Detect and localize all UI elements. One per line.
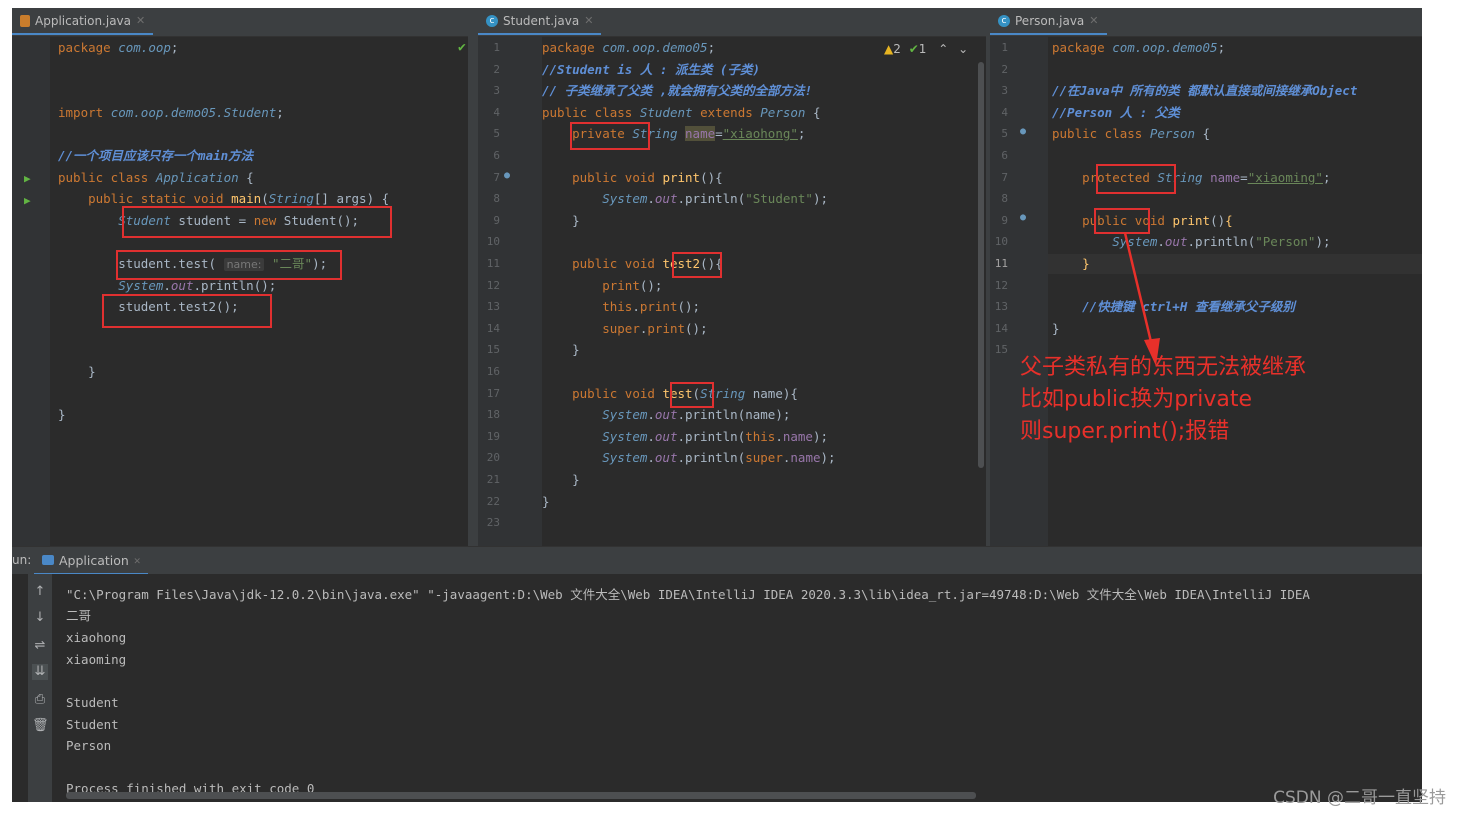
application-code[interactable]: package com.oop; import com.oop.demo05.S… bbox=[58, 36, 478, 546]
trash-icon[interactable]: 🗑 bbox=[32, 718, 49, 734]
output-line: Student bbox=[66, 717, 119, 732]
run-class-icon[interactable]: ▶ bbox=[24, 172, 31, 185]
tab-application[interactable]: Application.java ✕ bbox=[12, 8, 154, 35]
output-line: Student bbox=[66, 695, 119, 710]
editor-scrollbar[interactable] bbox=[978, 62, 984, 468]
tab-student-label: Student.java bbox=[503, 13, 580, 28]
output-line: 二哥 bbox=[66, 608, 92, 623]
tab-person[interactable]: c Person.java ✕ bbox=[990, 8, 1107, 35]
run-label: un: bbox=[12, 553, 32, 567]
close-tab-icon[interactable]: ✕ bbox=[136, 14, 145, 27]
application-editor: Application.java ✕ ▶ ▶ package com.oop; … bbox=[12, 8, 478, 546]
annotation-arrow bbox=[1123, 232, 1160, 366]
highlight-test-method bbox=[670, 382, 714, 408]
annotation-line-2: 比如public换为private bbox=[1020, 387, 1252, 412]
class-icon: c bbox=[486, 14, 498, 27]
student-editor: c Student.java ✕ ▲2 ✔1 ⌃ ⌄ 12 34 56 78 9… bbox=[478, 8, 986, 546]
arrow-up-icon[interactable]: ↑ bbox=[32, 584, 48, 600]
java-file-icon bbox=[20, 14, 30, 27]
highlight-protected bbox=[1096, 164, 1176, 194]
person-code[interactable]: package com.oop.demo05; //在Java中 所有的类 都默… bbox=[1052, 36, 1422, 546]
annotation-line-1: 父子类私有的东西无法被继承 bbox=[1020, 355, 1307, 380]
arrow-down-icon[interactable]: ↓ bbox=[32, 610, 48, 626]
print-icon[interactable]: ⎙ bbox=[32, 692, 48, 708]
close-tab-icon[interactable]: ✕ bbox=[1089, 14, 1098, 27]
application-tabbar: Application.java ✕ bbox=[12, 8, 478, 37]
run-config-icon bbox=[42, 555, 54, 565]
output-line: xiaohong bbox=[66, 630, 127, 645]
watermark: CSDN @二哥一直坚持 bbox=[1273, 788, 1446, 808]
run-output-panel: ↑ ↓ ⇌ ⇊ ⎙ 🗑 "C:\Program Files\Java\jdk-1… bbox=[12, 574, 1422, 802]
student-code[interactable]: package com.oop.demo05; //Student is 人 :… bbox=[542, 36, 986, 546]
run-main-icon[interactable]: ▶ bbox=[24, 194, 31, 207]
soft-wrap-icon[interactable]: ⇌ bbox=[32, 638, 48, 654]
tab-student[interactable]: c Student.java ✕ bbox=[478, 8, 602, 35]
ide-window: Application.java ✕ ▶ ▶ package com.oop; … bbox=[12, 8, 1422, 802]
run-tool-strip: ↑ ↓ ⇌ ⇊ ⎙ 🗑 bbox=[28, 574, 52, 802]
annotation-text: 父子类私有的东西无法被继承 比如public换为private 则super.p… bbox=[1020, 352, 1306, 448]
overridden-icon[interactable]: ● bbox=[1020, 126, 1026, 137]
horizontal-scrollbar[interactable] bbox=[66, 792, 976, 799]
highlight-test2-call bbox=[102, 294, 272, 328]
output-line: Person bbox=[66, 738, 112, 753]
output-line: "C:\Program Files\Java\jdk-12.0.2\bin\ja… bbox=[66, 587, 1310, 602]
annotation-line-3: 则super.print();报错 bbox=[1020, 419, 1230, 444]
highlight-test-call bbox=[116, 250, 342, 280]
scroll-to-end-icon[interactable]: ⇊ bbox=[32, 664, 48, 680]
student-tabbar: c Student.java ✕ bbox=[478, 8, 986, 37]
tab-application-label: Application.java bbox=[35, 13, 132, 28]
inspection-ok-icon: ✔ bbox=[458, 40, 466, 55]
highlight-private-string bbox=[570, 122, 650, 150]
close-tab-icon[interactable]: ✕ bbox=[134, 554, 141, 567]
tab-person-label: Person.java bbox=[1015, 13, 1085, 28]
class-icon: c bbox=[998, 14, 1010, 27]
person-tabbar: c Person.java ✕ bbox=[990, 8, 1422, 37]
run-tab-label: Application bbox=[59, 552, 129, 568]
close-tab-icon[interactable]: ✕ bbox=[584, 14, 593, 27]
run-toolbar: un: Application ✕ bbox=[12, 546, 1422, 575]
pane-divider-left[interactable] bbox=[468, 8, 478, 546]
application-gutter: ▶ ▶ bbox=[12, 36, 50, 546]
highlight-new-student bbox=[122, 206, 392, 238]
overridden-method-icon[interactable]: ● bbox=[1020, 212, 1026, 223]
override-icon[interactable]: ● bbox=[504, 170, 510, 181]
highlight-test2-method bbox=[672, 252, 722, 278]
output-line: xiaoming bbox=[66, 652, 127, 667]
person-editor: c Person.java ✕ 12 34 56 78 9 10 11 12 13 1… bbox=[990, 8, 1422, 546]
run-tab-application[interactable]: Application ✕ bbox=[34, 547, 149, 575]
